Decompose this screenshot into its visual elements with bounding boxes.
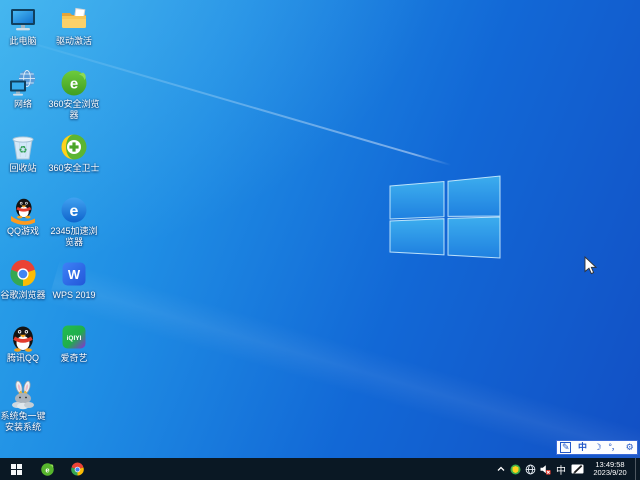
taskbar-item-chrome[interactable] (62, 458, 92, 480)
clock-date: 2023/9/20 (593, 468, 627, 477)
system-tray: 中 13:49:58 2023/9/20 (493, 458, 640, 480)
ime-settings-gear-button[interactable]: ⚙ (626, 441, 634, 454)
desktop-icon-iqiyi[interactable]: iQIYI 爱奇艺 (47, 322, 101, 364)
desktop-icon-label: 系统兔一键安装系统 (0, 411, 46, 432)
desktop-icon-label: 腾讯QQ (6, 353, 39, 363)
desktop-icon-label: 爱奇艺 (60, 353, 88, 363)
taskbar: e 中 13:49:58 2023/9/20 (0, 458, 640, 480)
qq-games-icon (8, 195, 38, 225)
desktop-icon-360-safe[interactable]: 360安全卫士 (47, 132, 101, 174)
desktop-icon-driver-activation[interactable]: 驱动激活 (47, 5, 101, 47)
desktop-icon-label: QQ游戏 (6, 226, 39, 236)
rabbit-mascot-icon (8, 380, 38, 410)
tray-hidden-icons-button[interactable] (493, 458, 508, 480)
tray-clock[interactable]: 13:49:58 2023/9/20 (585, 460, 635, 478)
taskbar-item-360-browser[interactable]: e (32, 458, 62, 480)
qq-penguin-icon (8, 322, 38, 352)
windows-logo-wallpaper (389, 175, 501, 259)
show-desktop-button[interactable] (635, 458, 640, 480)
2345-browser-icon: e (59, 195, 89, 225)
touch-keyboard-pen-icon (571, 464, 583, 474)
iqiyi-wordmark: iQIYI (67, 335, 82, 342)
desktop-icon-label: 谷歌浏览器 (0, 290, 46, 300)
desktop-icon-360-browser[interactable]: e 360安全浏览器 (47, 68, 101, 121)
desktop-icon-label: 此电脑 (9, 36, 37, 46)
360-browser-taskbar-icon: e (40, 462, 54, 476)
iqiyi-icon: iQIYI (59, 322, 89, 352)
360-browser-icon: e (59, 68, 89, 98)
chrome-icon (8, 259, 38, 289)
desktop-icon-label: 360安全浏览器 (48, 99, 100, 120)
windows-desktop: 此电脑 驱动激活 网络 e 360安全浏览器 ♻ 回收站 360安全卫士 QQ游… (0, 0, 640, 480)
desktop-icon-label: 360安全卫士 (48, 163, 100, 173)
letter-e: e (70, 203, 79, 220)
desktop-icon-label: WPS 2019 (52, 290, 96, 300)
desktop-icon-label: 驱动激活 (55, 36, 92, 46)
tray-network[interactable] (523, 458, 538, 480)
desktop-icon-recycle-bin[interactable]: ♻ 回收站 (0, 132, 48, 174)
desktop-icon-this-pc[interactable]: 此电脑 (0, 5, 48, 47)
tray-ime-mode-indicator[interactable]: 中 (553, 458, 569, 480)
desktop-icon-network[interactable]: 网络 (0, 68, 48, 110)
tray-volume-muted[interactable] (538, 458, 553, 480)
chevron-up-icon (497, 466, 504, 471)
speaker-muted-icon (540, 464, 551, 475)
360-safe-tray-icon (510, 464, 521, 474)
desktop-icon-label: 2345加速浏览器 (50, 226, 98, 247)
tray-touch-keyboard[interactable] (569, 458, 585, 480)
desktop-icon-label: 回收站 (9, 163, 37, 173)
letter-w: W (68, 267, 81, 282)
desktop-icon-label: 网络 (13, 99, 32, 109)
desktop-icon-qq-games[interactable]: QQ游戏 (0, 195, 48, 237)
ime-language-bar: ✎ 中 ☽ °， ⚙ (556, 440, 638, 455)
recycle-symbol-icon: ♻ (19, 145, 28, 156)
desktop-icon-wps[interactable]: W WPS 2019 (47, 259, 101, 301)
mouse-cursor (584, 256, 597, 275)
start-button[interactable] (0, 458, 32, 480)
ime-fullwidth-moon-button[interactable]: ☽ (594, 441, 602, 454)
ime-handwriting-button[interactable]: ✎ (560, 442, 572, 453)
letter-e: e (70, 76, 78, 93)
desktop-icon-chrome[interactable]: 谷歌浏览器 (0, 259, 48, 301)
wps-icon: W (59, 259, 89, 289)
network-globe-tray-icon (525, 464, 536, 474)
this-pc-icon (8, 5, 38, 35)
tray-360-safe[interactable] (508, 458, 523, 480)
desktop-icon-2345-browser[interactable]: e 2345加速浏览器 (47, 195, 101, 248)
ime-chinese-mode-button[interactable]: 中 (578, 441, 587, 454)
recycle-bin-icon: ♻ (8, 132, 38, 162)
360-safe-icon (59, 132, 89, 162)
ime-punctuation-button[interactable]: °， (608, 441, 620, 454)
network-globe-icon (8, 68, 38, 98)
desktop-icon-system-rabbit[interactable]: 系统兔一键安装系统 (0, 380, 48, 433)
chrome-taskbar-icon (70, 461, 84, 476)
folder-icon (59, 5, 89, 35)
windows-logo-icon (10, 463, 22, 475)
svg-text:e: e (45, 465, 49, 474)
desktop-icon-tencent-qq[interactable]: 腾讯QQ (0, 322, 48, 364)
